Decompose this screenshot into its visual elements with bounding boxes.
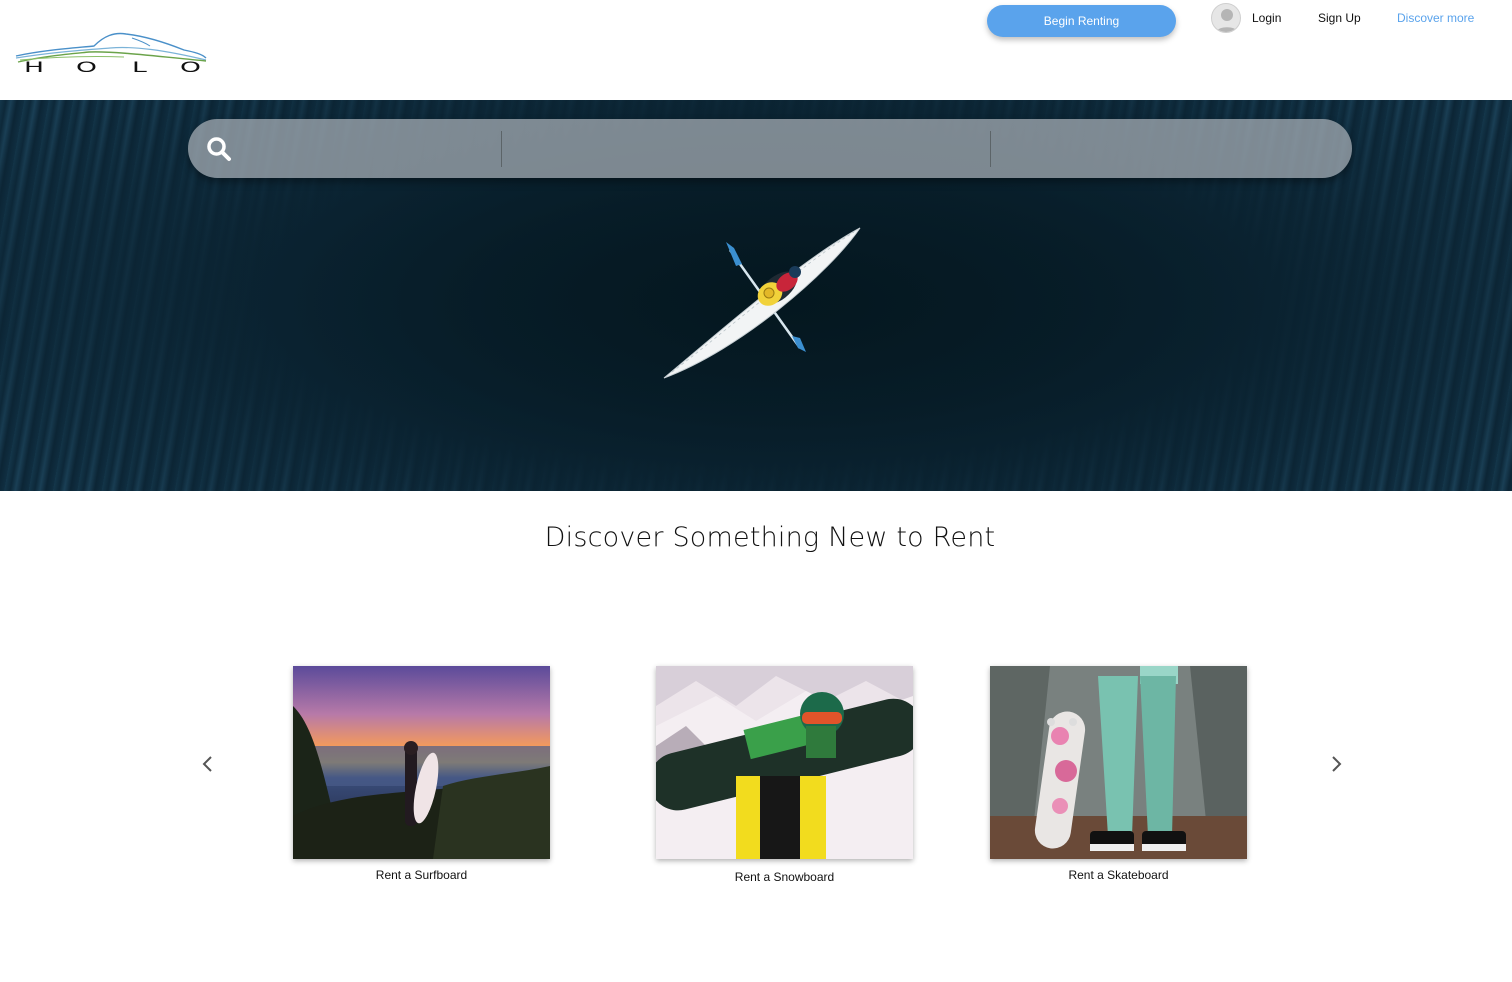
holo-logo[interactable]: H O L O [14,30,208,78]
logo-wordmark: H O L O [20,60,206,77]
card-label[interactable]: Rent a Skateboard [990,868,1247,882]
logo-letter: O [76,60,97,76]
user-avatar-icon[interactable] [1211,3,1241,33]
discover-more-link[interactable]: Discover more [1397,11,1474,25]
site-header: H O L O Begin Renting Login Sign Up Disc… [0,0,1512,100]
skateboard-photo[interactable] [990,666,1247,859]
logo-letter: L [132,60,147,76]
card-label[interactable]: Rent a Surfboard [293,868,550,882]
sunset-surfer-image [293,666,550,859]
rent-card-skateboard[interactable]: Rent a Skateboard [990,666,1247,882]
kayak-photo [663,227,861,379]
carousel-prev-button[interactable] [198,752,218,776]
search-icon[interactable] [206,136,232,162]
discover-section-title: Discover Something New to Rent [544,522,996,553]
skateboarder-image [990,666,1247,859]
card-label[interactable]: Rent a Snowboard [656,870,913,884]
snowboarder-image [656,666,913,859]
search-where-input[interactable] [506,119,988,178]
signup-link[interactable]: Sign Up [1318,11,1361,25]
login-link[interactable]: Login [1252,11,1281,25]
snowboard-photo[interactable] [656,666,913,859]
logo-letter: H [24,60,45,76]
chevron-right-icon [1332,756,1342,772]
logo-letter: O [180,60,201,76]
user-silhouette-icon [1215,9,1239,32]
search-divider [990,131,991,167]
rent-card-snowboard[interactable]: Rent a Snowboard [656,666,913,884]
search-bar[interactable] [188,119,1352,178]
search-what-input[interactable] [242,119,500,178]
carousel-next-button[interactable] [1326,752,1346,776]
chevron-left-icon [202,756,212,772]
surfboard-photo[interactable] [293,666,550,859]
search-when-input[interactable] [996,119,1326,178]
search-divider [501,131,502,167]
begin-renting-button[interactable]: Begin Renting [987,5,1176,37]
rent-card-surfboard[interactable]: Rent a Surfboard [293,666,550,882]
hero-banner [0,100,1512,491]
